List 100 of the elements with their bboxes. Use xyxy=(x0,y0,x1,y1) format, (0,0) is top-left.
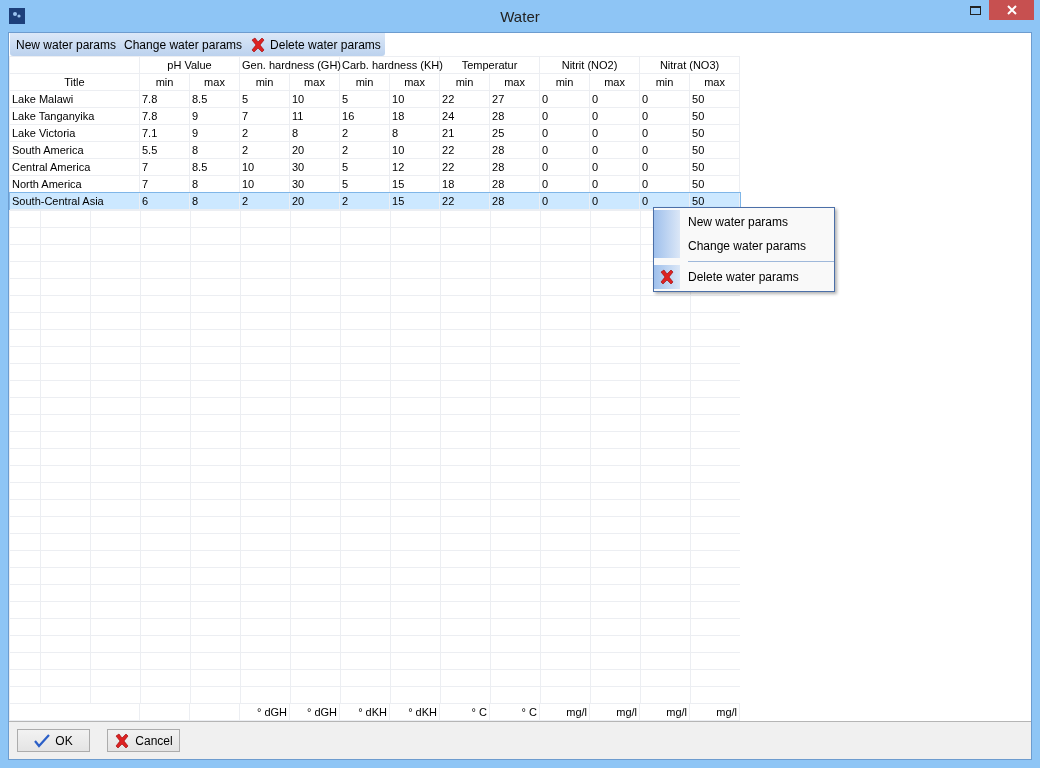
app-icon xyxy=(9,8,25,24)
table-cell: 8 xyxy=(189,141,240,159)
table-cell: 2 xyxy=(339,192,390,210)
ok-button[interactable]: OK xyxy=(17,729,90,752)
unit-label: ° dGH xyxy=(239,703,290,721)
table-cell: 0 xyxy=(539,141,590,159)
table-row[interactable]: Lake Victoria 7.1 9 2 8 2 8 21 25 0 0 0 50 xyxy=(9,124,740,142)
table-cell: 0 xyxy=(639,107,690,125)
table-cell: 0 xyxy=(539,107,590,125)
table-cell: 5 xyxy=(339,158,390,176)
table-cell: 0 xyxy=(589,192,640,210)
column-header: max xyxy=(189,73,240,91)
table-cell: 2 xyxy=(239,124,290,142)
table-cell: 18 xyxy=(389,107,440,125)
menu-item[interactable]: Delete water params xyxy=(654,258,834,289)
table-cell: 0 xyxy=(639,158,690,176)
table-cell: 20 xyxy=(289,141,340,159)
table-cell: 15 xyxy=(389,192,440,210)
table-cell: 2 xyxy=(339,141,390,159)
table-cell: 21 xyxy=(439,124,490,142)
maximize-icon xyxy=(970,5,981,15)
table-cell: 6 xyxy=(139,192,190,210)
table-cell: 28 xyxy=(489,107,540,125)
table-cell: Central America xyxy=(9,158,140,176)
table-cell: South-Central Asia xyxy=(9,192,140,210)
table-row[interactable]: South-Central Asia 6 8 2 20 2 15 22 28 0 0 0 50 xyxy=(9,192,740,210)
table-cell: 24 xyxy=(439,107,490,125)
cancel-button[interactable]: Cancel xyxy=(107,729,180,752)
unit-label: ° dGH xyxy=(289,703,340,721)
table-cell: 12 xyxy=(389,158,440,176)
column-header: min xyxy=(539,73,590,91)
unit-label: mg/l xyxy=(639,703,690,721)
column-group-header: Nitrat (NO3) xyxy=(639,56,740,74)
column-header: max xyxy=(289,73,340,91)
table-cell: 0 xyxy=(589,158,640,176)
table-cell: 0 xyxy=(589,141,640,159)
column-header: min xyxy=(639,73,690,91)
table-cell: 5 xyxy=(339,90,390,108)
table-cell: 0 xyxy=(539,192,590,210)
column-header: min xyxy=(439,73,490,91)
table-cell: 9 xyxy=(189,107,240,125)
table-cell: 16 xyxy=(339,107,390,125)
table-cell: 2 xyxy=(339,124,390,142)
table-cell: 25 xyxy=(489,124,540,142)
check-icon xyxy=(34,733,51,748)
table-cell: 50 xyxy=(689,158,740,176)
column-header: max xyxy=(489,73,540,91)
table-cell: 0 xyxy=(589,90,640,108)
toolbar-button[interactable]: New water params xyxy=(12,34,121,55)
column-group-header: pH Value xyxy=(139,56,240,74)
table-cell: 2 xyxy=(239,192,290,210)
unit-label: ° dKH xyxy=(389,703,440,721)
table-cell: Lake Tanganyika xyxy=(9,107,140,125)
table-cell: 0 xyxy=(589,107,640,125)
table-cell: 28 xyxy=(489,192,540,210)
column-header: min xyxy=(339,73,390,91)
toolbar-button[interactable]: Change water params xyxy=(120,34,247,55)
table-cell: 0 xyxy=(639,141,690,159)
table-cell: 22 xyxy=(439,158,490,176)
table-cell: 11 xyxy=(289,107,340,125)
unit-label: mg/l xyxy=(589,703,640,721)
column-header: max xyxy=(389,73,440,91)
table-cell: 8 xyxy=(289,124,340,142)
table-cell: 10 xyxy=(389,90,440,108)
table-cell: 0 xyxy=(539,158,590,176)
table-cell: 0 xyxy=(639,124,690,142)
table-row[interactable]: South America 5.5 8 2 20 2 10 22 28 0 0 0 50 xyxy=(9,141,740,159)
table-cell: 5.5 xyxy=(139,141,190,159)
table-cell: 5 xyxy=(239,90,290,108)
table-cell: 27 xyxy=(489,90,540,108)
table-cell: 50 xyxy=(689,90,740,108)
unit-label: mg/l xyxy=(539,703,590,721)
table-cell: 0 xyxy=(539,90,590,108)
close-button[interactable] xyxy=(989,0,1034,20)
table-cell: 22 xyxy=(439,141,490,159)
table-cell: 8.5 xyxy=(189,158,240,176)
table-cell: 50 xyxy=(689,141,740,159)
menu-item[interactable]: New water params xyxy=(654,210,834,234)
window-title: Water xyxy=(500,7,540,25)
unit-label: ° dKH xyxy=(339,703,390,721)
column-header: min xyxy=(139,73,190,91)
table-cell: 7 xyxy=(239,107,290,125)
table-cell: 20 xyxy=(289,192,340,210)
table-cell: 0 xyxy=(539,124,590,142)
table-cell: 10 xyxy=(389,141,440,159)
table-row[interactable]: Lake Tanganyika 7.8 9 7 11 16 18 24 28 0 0 0 50 xyxy=(9,107,740,125)
unit-label: ° C xyxy=(489,703,540,721)
menu-item[interactable]: Change water params xyxy=(654,234,834,258)
toolbar-button[interactable]: Delete water params xyxy=(246,34,385,55)
table-cell: 22 xyxy=(439,90,490,108)
column-header: min xyxy=(239,73,290,91)
table-row[interactable]: Central America 7 8.5 10 30 5 12 22 28 0 0 0 50 xyxy=(9,158,740,176)
table-cell: 28 xyxy=(489,141,540,159)
table-cell: 8.5 xyxy=(189,90,240,108)
unit-label: mg/l xyxy=(689,703,740,721)
cross-icon xyxy=(659,269,675,285)
table-cell: Lake Victoria xyxy=(9,124,140,142)
column-header: max xyxy=(589,73,640,91)
table-cell: 8 xyxy=(389,124,440,142)
table-row[interactable]: Lake Malawi 7.8 8.5 5 10 5 10 22 27 0 0 0 50 xyxy=(9,90,740,108)
